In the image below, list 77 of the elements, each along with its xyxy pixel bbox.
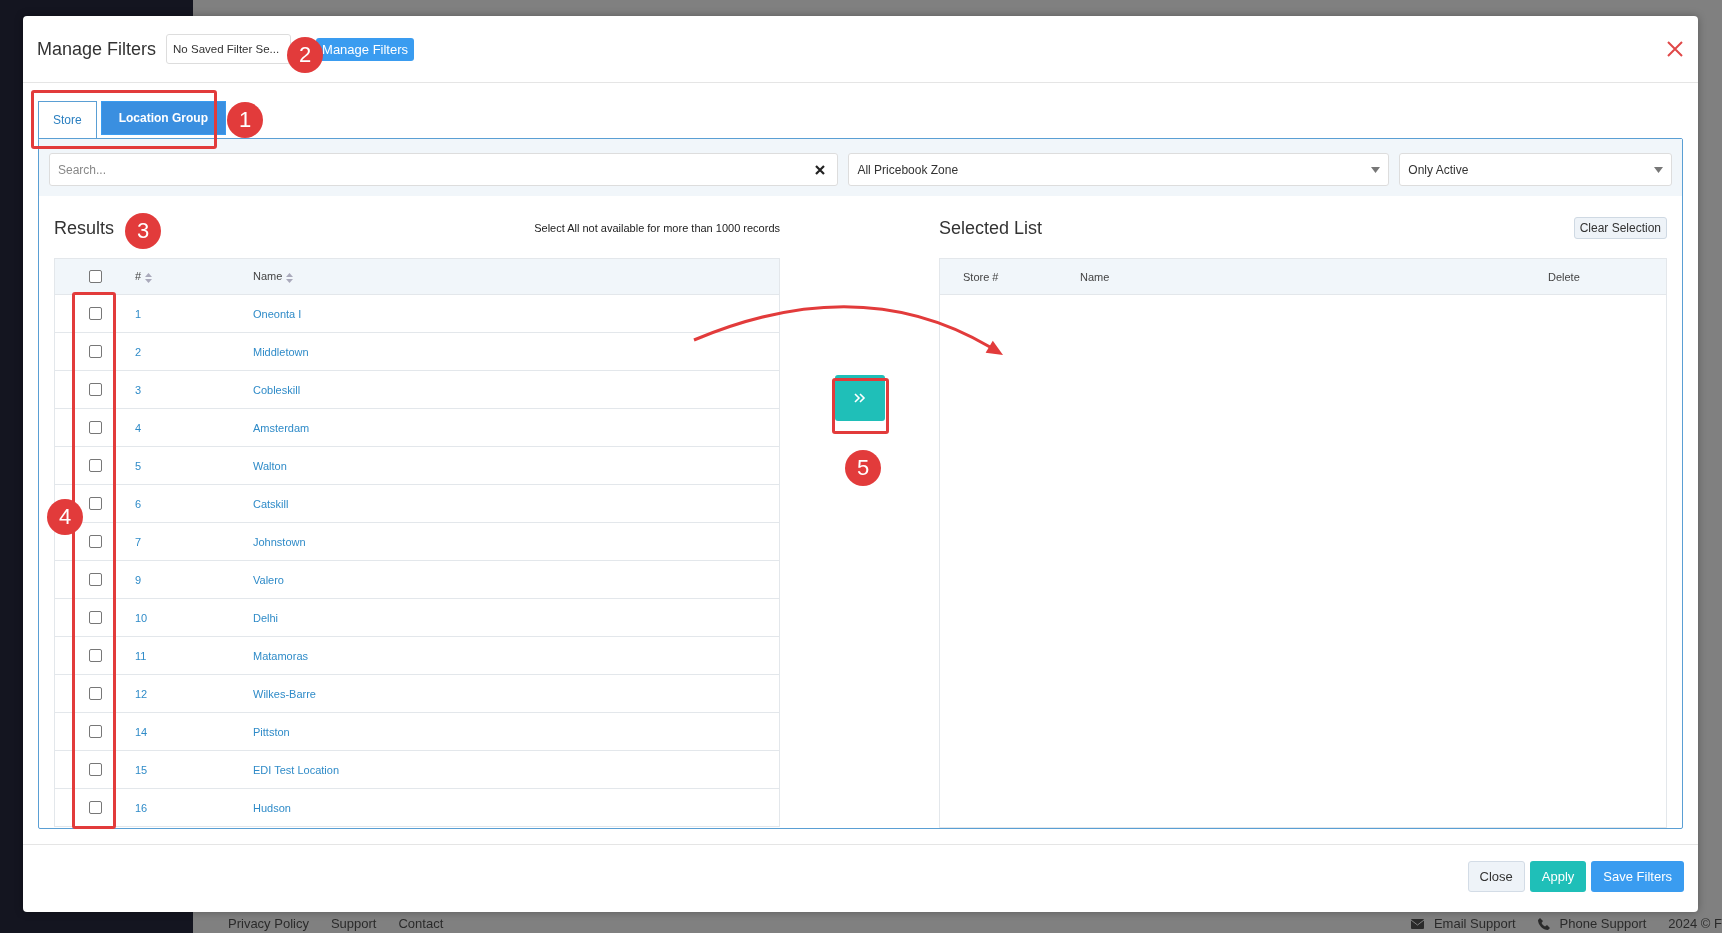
store-number-link[interactable]: 6 xyxy=(135,497,142,510)
store-name-link[interactable]: Matamoras xyxy=(253,649,309,662)
store-name-link[interactable]: Middletown xyxy=(253,345,309,358)
clear-icon[interactable] xyxy=(814,164,827,176)
checkbox[interactable] xyxy=(88,421,102,435)
results-heading: Results xyxy=(54,217,115,239)
checkbox[interactable] xyxy=(88,725,102,739)
checkbox[interactable] xyxy=(88,687,102,701)
phone-icon xyxy=(1537,917,1550,930)
footer-link[interactable]: Phone Support xyxy=(1559,916,1647,931)
dropdown[interactable]: All Pricebook Zone xyxy=(848,153,1390,186)
checkbox[interactable] xyxy=(88,611,102,625)
manage-filters-button[interactable]: Manage Filters xyxy=(316,37,415,61)
store-name-link[interactable]: Pittston xyxy=(253,725,290,738)
column-header[interactable]: # xyxy=(135,270,142,283)
store-name-link[interactable]: Walton xyxy=(253,459,287,472)
store-number-link[interactable]: 14 xyxy=(135,725,148,738)
store-name-link[interactable]: Oneonta I xyxy=(253,307,302,320)
column-header: Name xyxy=(1080,270,1110,283)
checkbox[interactable] xyxy=(88,345,102,359)
store-name-link[interactable]: Hudson xyxy=(253,801,291,814)
store-name-link[interactable]: Amsterdam xyxy=(253,421,310,434)
store-number-link[interactable]: 10 xyxy=(135,611,148,624)
tab[interactable]: Store xyxy=(38,101,97,139)
move-right-button[interactable] xyxy=(834,375,885,421)
store-number-link[interactable]: 5 xyxy=(135,459,142,472)
column-header: Delete xyxy=(1548,270,1580,283)
save-filters-button[interactable]: Save Filters xyxy=(1591,860,1684,892)
store-name-link[interactable]: Wilkes-Barre xyxy=(253,687,316,700)
checkbox[interactable] xyxy=(88,459,102,473)
dropdown[interactable]: Only Active xyxy=(1399,153,1672,186)
checkbox[interactable] xyxy=(88,801,102,815)
tab[interactable]: Location Group xyxy=(100,101,226,135)
highlight-frame xyxy=(832,378,889,434)
footer-link[interactable]: Email Support xyxy=(1433,916,1516,931)
checkbox[interactable] xyxy=(88,307,102,321)
checkbox[interactable] xyxy=(88,649,102,663)
checkbox[interactable] xyxy=(88,535,102,549)
caret-icon xyxy=(1371,166,1381,173)
checkbox[interactable] xyxy=(88,763,102,777)
copyright-text: 2024 © F xyxy=(1668,916,1722,931)
select-all-note: Select All not available for more than 1000 records xyxy=(534,222,780,234)
apply-button[interactable]: Apply xyxy=(1529,860,1587,892)
store-name-link[interactable]: Catskill xyxy=(253,497,289,510)
store-name-link[interactable]: Cobleskill xyxy=(253,383,301,396)
store-name-link[interactable]: Valero xyxy=(253,573,284,586)
store-name-link[interactable]: Delhi xyxy=(253,611,279,624)
selected-list-heading: Selected List xyxy=(939,217,1043,239)
checkbox[interactable] xyxy=(88,383,102,397)
caret-icon xyxy=(1654,166,1663,173)
clear-selection-button[interactable]: Clear Selection xyxy=(1573,217,1667,239)
store-name-link[interactable]: EDI Test Location xyxy=(253,763,339,776)
store-number-link[interactable]: 1 xyxy=(135,307,142,320)
store-number-link[interactable]: 2 xyxy=(135,345,142,358)
checkbox[interactable] xyxy=(88,497,102,511)
column-header: Store # xyxy=(963,270,999,283)
store-number-link[interactable]: 11 xyxy=(135,649,147,662)
close-icon[interactable] xyxy=(1666,40,1684,58)
store-number-link[interactable]: 9 xyxy=(135,573,142,586)
close-button[interactable]: Close xyxy=(1467,860,1525,892)
store-number-link[interactable]: 4 xyxy=(135,421,142,434)
store-number-link[interactable]: 12 xyxy=(135,687,148,700)
footer-link[interactable]: Privacy Policy xyxy=(228,916,309,931)
column-header[interactable]: Name xyxy=(253,270,283,283)
search-field[interactable]: Search... xyxy=(49,153,839,186)
double-chevron-icon xyxy=(853,393,866,403)
checkbox[interactable] xyxy=(88,270,102,284)
footer-link[interactable]: Contact xyxy=(398,916,444,931)
checkbox[interactable] xyxy=(88,573,102,587)
footer-link[interactable]: Support xyxy=(330,916,377,931)
store-name-link[interactable]: Johnstown xyxy=(253,535,306,548)
store-number-link[interactable]: 15 xyxy=(135,763,148,776)
store-number-link[interactable]: 3 xyxy=(135,383,142,396)
store-number-link[interactable]: 7 xyxy=(135,535,142,548)
modal-title: Manage Filters xyxy=(37,38,157,60)
envelope-icon xyxy=(1410,918,1424,929)
store-number-link[interactable]: 16 xyxy=(135,801,148,814)
